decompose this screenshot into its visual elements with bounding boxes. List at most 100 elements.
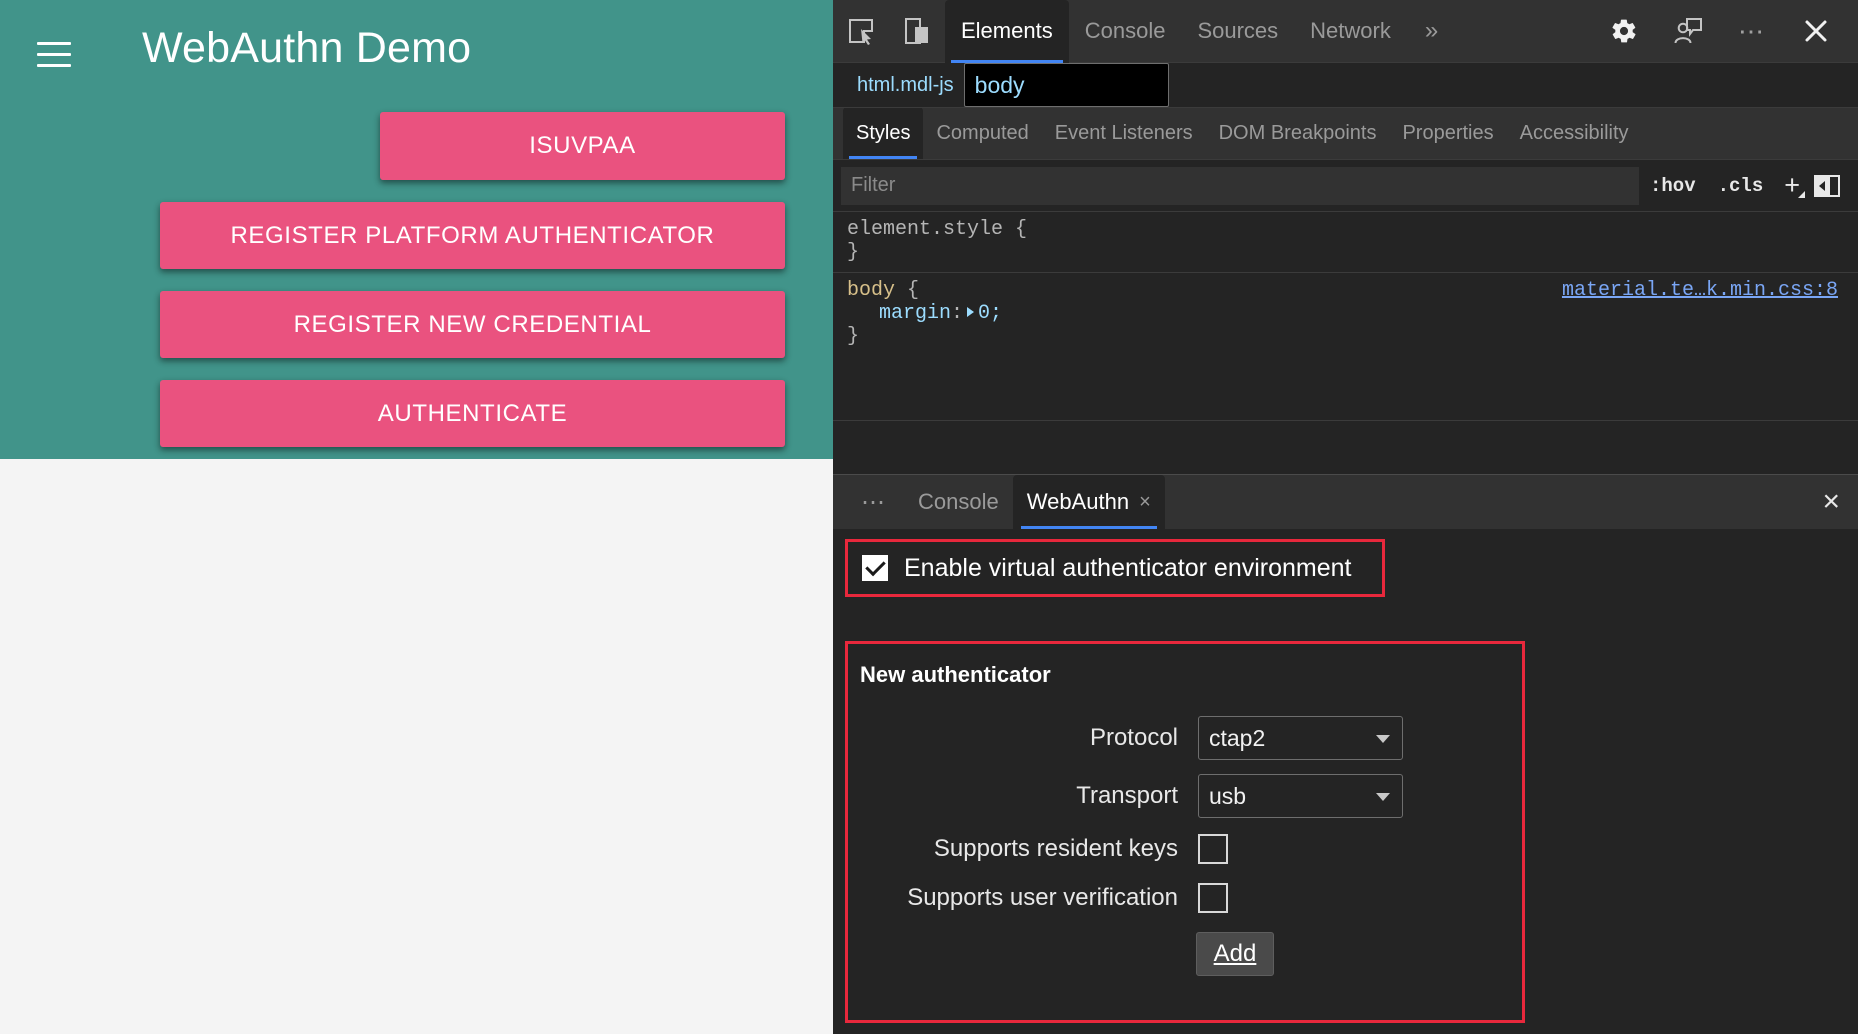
inspect-element-icon[interactable] — [833, 0, 889, 63]
page-title: WebAuthn Demo — [142, 24, 471, 73]
hamburger-bar — [37, 64, 71, 67]
feedback-person-glyph — [1673, 17, 1703, 45]
drawer-tab-label: WebAuthn — [1027, 489, 1129, 515]
add-authenticator-button[interactable]: Add — [1196, 932, 1274, 976]
transport-value: usb — [1209, 783, 1246, 810]
tab-dom-breakpoints[interactable]: DOM Breakpoints — [1206, 108, 1390, 159]
tab-console[interactable]: Console — [1069, 0, 1182, 63]
breadcrumb-item-html[interactable]: html.mdl-js — [847, 70, 964, 101]
tab-computed[interactable]: Computed — [923, 108, 1041, 159]
supports-resident-keys-row: Supports resident keys — [848, 834, 1228, 864]
page-header: WebAuthn Demo ISUVPAA REGISTER PLATFORM … — [0, 0, 833, 459]
styles-sidebar-tabs: Styles Computed Event Listeners DOM Brea… — [833, 108, 1858, 160]
new-authenticator-section: New authenticator Protocol ctap2 Transpo… — [845, 641, 1525, 1023]
devtools-toolbar: Elements Console Sources Network » — [833, 0, 1858, 63]
dock-glyph — [1816, 177, 1830, 195]
register-new-credential-button[interactable]: REGISTER NEW CREDENTIAL — [160, 291, 785, 358]
filter-input[interactable] — [841, 167, 1639, 205]
supports-resident-keys-label: Supports resident keys — [848, 835, 1198, 863]
new-authenticator-title: New authenticator — [860, 662, 1051, 688]
tab-sources[interactable]: Sources — [1181, 0, 1294, 63]
screen: WebAuthn Demo ISUVPAA REGISTER PLATFORM … — [0, 0, 1858, 1034]
breadcrumb-item-body[interactable]: body — [964, 63, 1169, 107]
main-menu-icon[interactable]: ⋯ — [1724, 0, 1780, 63]
drawer-tab-bar: ⋯ Console WebAuthn × × — [833, 475, 1858, 529]
css-selector[interactable]: body — [847, 279, 895, 302]
hamburger-bar — [37, 53, 71, 56]
protocol-select[interactable]: ctap2 — [1198, 716, 1403, 760]
css-rules-empty-space — [833, 420, 1858, 456]
css-close-brace: } — [847, 325, 1858, 348]
page-content-area — [0, 459, 833, 1034]
css-selector[interactable]: element.style — [847, 218, 1003, 241]
css-property[interactable]: margin — [879, 302, 951, 325]
css-declaration[interactable]: margin:0; — [847, 302, 1858, 325]
gear-icon[interactable] — [1596, 0, 1652, 63]
drawer-more-tools-icon[interactable]: ⋯ — [845, 488, 904, 517]
device-toolbar-icon[interactable] — [889, 0, 945, 63]
supports-user-verification-checkbox[interactable] — [1198, 883, 1228, 913]
css-source-link[interactable]: material.te…k.min.css:8 — [1562, 279, 1838, 302]
drawer-tab-webauthn[interactable]: WebAuthn × — [1013, 475, 1165, 529]
css-open-brace: { — [907, 279, 919, 302]
web-page-viewport: WebAuthn Demo ISUVPAA REGISTER PLATFORM … — [0, 0, 833, 1034]
transport-label: Transport — [848, 782, 1198, 810]
dropdown-corner-icon — [1798, 191, 1805, 198]
tab-network[interactable]: Network — [1294, 0, 1407, 63]
hamburger-menu-icon[interactable] — [32, 32, 76, 76]
toolbar-right-group: ⋯ — [1596, 0, 1858, 63]
tab-styles[interactable]: Styles — [843, 108, 923, 159]
transport-row: Transport usb — [848, 774, 1403, 818]
supports-user-verification-row: Supports user verification — [848, 883, 1228, 913]
css-close-brace: } — [847, 241, 1858, 264]
expand-arrow-icon[interactable] — [967, 307, 974, 317]
transport-select[interactable]: usb — [1198, 774, 1403, 818]
chevron-down-icon — [1376, 793, 1390, 801]
close-glyph — [1803, 18, 1829, 44]
css-rule-element-style[interactable]: element.style { } — [833, 212, 1858, 272]
register-platform-authenticator-button[interactable]: REGISTER PLATFORM AUTHENTICATOR — [160, 202, 785, 269]
css-rule-header: material.te…k.min.css:8 body { — [847, 279, 1858, 302]
drawer-tab-console[interactable]: Console — [904, 475, 1013, 529]
drawer-tab-label: Console — [918, 489, 999, 515]
css-value[interactable]: 0; — [978, 302, 1002, 325]
tab-properties[interactable]: Properties — [1389, 108, 1506, 159]
devtools-panel: Elements Console Sources Network » — [833, 0, 1858, 1034]
inspect-element-glyph — [847, 17, 875, 45]
protocol-value: ctap2 — [1209, 725, 1265, 752]
supports-user-verification-label: Supports user verification — [848, 884, 1198, 912]
enable-virtual-authenticator-row[interactable]: Enable virtual authenticator environment — [845, 539, 1385, 597]
drawer-close-icon[interactable]: × — [1822, 487, 1840, 517]
protocol-label: Protocol — [848, 724, 1198, 752]
new-style-rule-button[interactable]: + — [1774, 170, 1806, 201]
css-rules-pane: element.style { } material.te…k.min.css:… — [833, 212, 1858, 420]
cls-button[interactable]: .cls — [1707, 175, 1775, 197]
enable-virtual-authenticator-label: Enable virtual authenticator environment — [904, 554, 1352, 583]
css-rule-body[interactable]: material.te…k.min.css:8 body { margin:0;… — [833, 272, 1858, 356]
computed-sidebar-toggle-icon[interactable] — [1814, 175, 1840, 197]
gear-glyph — [1610, 17, 1638, 45]
chevron-down-icon — [1376, 735, 1390, 743]
device-toolbar-glyph — [904, 17, 930, 45]
protocol-row: Protocol ctap2 — [848, 716, 1403, 760]
tab-accessibility[interactable]: Accessibility — [1507, 108, 1642, 159]
webauthn-panel: Enable virtual authenticator environment… — [833, 529, 1858, 1034]
close-icon[interactable]: × — [1139, 491, 1151, 514]
tab-elements[interactable]: Elements — [945, 0, 1069, 63]
devtools-drawer: ⋯ Console WebAuthn × × Enable virtual au… — [833, 474, 1858, 1034]
authenticate-button[interactable]: AUTHENTICATE — [160, 380, 785, 447]
supports-resident-keys-checkbox[interactable] — [1198, 834, 1228, 864]
css-rule-header: element.style { — [847, 218, 1858, 241]
hamburger-bar — [37, 42, 71, 45]
more-panels-icon[interactable]: » — [1407, 17, 1456, 45]
breadcrumb: html.mdl-js body — [833, 63, 1858, 108]
tab-event-listeners[interactable]: Event Listeners — [1042, 108, 1206, 159]
feedback-person-icon[interactable] — [1660, 0, 1716, 63]
add-button-label: Add — [1214, 940, 1257, 968]
isuvpaa-button[interactable]: ISUVPAA — [380, 112, 785, 180]
close-icon[interactable] — [1788, 0, 1844, 63]
hov-button[interactable]: :hov — [1639, 175, 1707, 197]
css-open-brace: { — [1015, 218, 1027, 241]
styles-filter-bar: :hov .cls + — [833, 160, 1858, 212]
enable-virtual-authenticator-checkbox[interactable] — [862, 555, 888, 581]
